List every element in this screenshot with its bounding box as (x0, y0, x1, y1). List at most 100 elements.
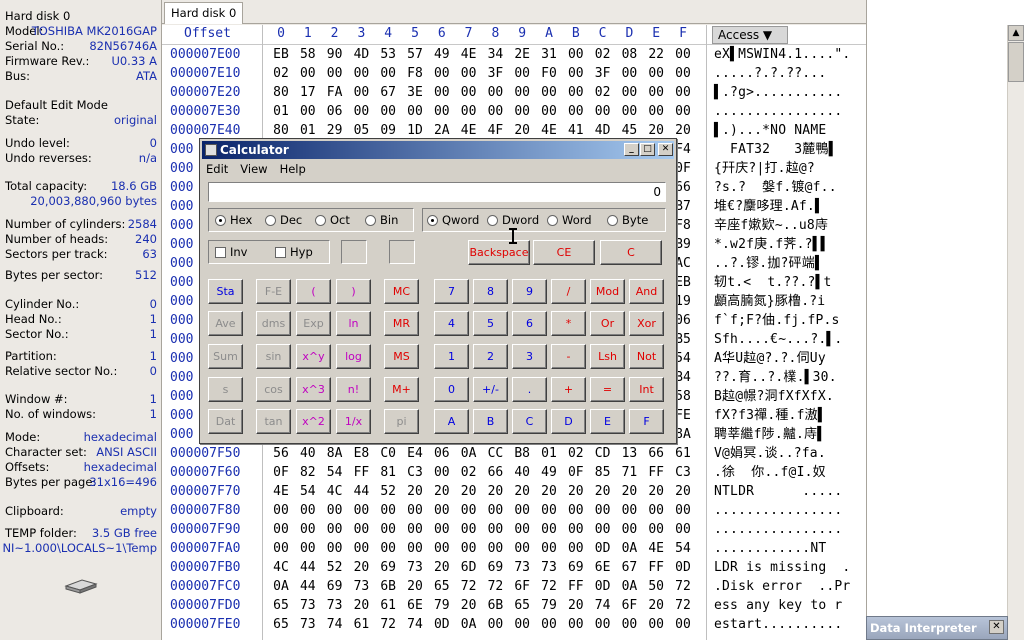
button--[interactable]: ) (336, 279, 371, 304)
hex-byte[interactable]: 61 (377, 596, 399, 615)
hex-byte[interactable]: 57 (404, 45, 426, 64)
hex-byte[interactable]: 00 (618, 501, 640, 520)
button-x-2[interactable]: x^2 (296, 409, 331, 434)
hex-byte[interactable]: 20 (484, 482, 506, 501)
hex-byte[interactable]: 50 (645, 577, 667, 596)
hex-byte[interactable]: 79 (431, 596, 453, 615)
hex-byte[interactable]: 00 (297, 64, 319, 83)
radio-byte[interactable]: Byte (607, 213, 648, 227)
text-column[interactable]: V@娟冥.谈..?fa. (714, 444, 826, 463)
hex-byte[interactable]: 00 (618, 102, 640, 121)
menu-help[interactable]: Help (280, 162, 306, 176)
text-column[interactable]: ................ (714, 520, 842, 539)
hex-byte[interactable]: 66 (645, 444, 667, 463)
hex-row[interactable]: 000007E10 02 00 00 00 00 F8 00 00 3F 00 F0 00 3F 00 00 0… (162, 64, 866, 83)
hex-byte[interactable]: 74 (404, 615, 426, 634)
column-header[interactable]: 6 (431, 26, 453, 41)
hex-byte[interactable]: 00 (458, 520, 480, 539)
hex-row[interactable]: 000007E20 80 17 FA 00 67 3E 00 00 00 00 00 00 02 00 00 0… (162, 83, 866, 102)
hex-byte[interactable]: 67 (618, 558, 640, 577)
button--[interactable]: * (551, 311, 586, 336)
column-header[interactable]: 2 (324, 26, 346, 41)
hex-byte[interactable]: 65 (270, 596, 292, 615)
hex-byte[interactable]: 73 (324, 596, 346, 615)
hex-byte[interactable]: 3E (404, 83, 426, 102)
hex-byte[interactable]: 72 (538, 577, 560, 596)
hex-byte[interactable]: 54 (324, 463, 346, 482)
hex-byte[interactable]: 00 (484, 520, 506, 539)
hex-row[interactable]: 000007FD0 65 73 73 20 61 6E 79 20 6B 65 79 20 74 6F 20 7… (162, 596, 866, 615)
hex-byte[interactable]: 02 (458, 463, 480, 482)
maximize-icon[interactable]: □ (640, 143, 655, 156)
hex-byte[interactable]: FF (645, 558, 667, 577)
hex-byte[interactable]: 00 (645, 102, 667, 121)
hex-byte[interactable]: 00 (511, 615, 533, 634)
hex-byte[interactable]: 17 (297, 83, 319, 102)
hex-byte[interactable]: 4C (324, 482, 346, 501)
hex-byte[interactable]: 4E (645, 539, 667, 558)
button-int[interactable]: Int (629, 377, 664, 402)
hex-byte[interactable]: 71 (618, 463, 640, 482)
radio-hex[interactable]: Hex (215, 213, 252, 227)
button-d[interactable]: D (551, 409, 586, 434)
hex-byte[interactable]: 31 (538, 45, 560, 64)
hex-byte[interactable]: 00 (350, 83, 372, 102)
button-f[interactable]: F (629, 409, 664, 434)
hex-byte[interactable]: 69 (484, 558, 506, 577)
hex-byte[interactable]: 00 (458, 501, 480, 520)
hex-byte[interactable]: 00 (672, 45, 694, 64)
hex-byte[interactable]: 6E (404, 596, 426, 615)
hex-byte[interactable]: 72 (672, 596, 694, 615)
hex-byte[interactable]: 20 (565, 482, 587, 501)
hex-row[interactable]: 000007FB0 4C 44 52 20 69 73 20 6D 69 73 73 69 6E 67 FF 0… (162, 558, 866, 577)
hex-byte[interactable]: 00 (484, 83, 506, 102)
hex-row[interactable]: 000007F80 00 00 00 00 00 00 00 00 00 00 00 00 00 00 00 0… (162, 501, 866, 520)
radio-dword[interactable]: Dword (487, 213, 539, 227)
column-header[interactable]: C (592, 26, 614, 41)
hex-byte[interactable]: 00 (297, 102, 319, 121)
column-header[interactable]: 5 (404, 26, 426, 41)
radio-dec[interactable]: Dec (265, 213, 302, 227)
text-column[interactable]: NTLDR ..... (714, 482, 842, 501)
text-column[interactable]: .....?.?.??... (714, 64, 826, 83)
hex-byte[interactable]: 00 (645, 83, 667, 102)
text-column[interactable]: A华U趇@?.?.伺Uy (714, 349, 826, 368)
vertical-scrollbar[interactable]: ▲ (1007, 25, 1024, 640)
hex-byte[interactable]: 00 (592, 102, 614, 121)
hex-byte[interactable]: 0D (431, 615, 453, 634)
hex-byte[interactable]: 0A (618, 577, 640, 596)
hex-byte[interactable]: 00 (350, 520, 372, 539)
button--[interactable]: = (590, 377, 625, 402)
button-not[interactable]: Not (629, 344, 664, 369)
text-column[interactable]: estart.......... (714, 615, 842, 634)
hex-byte[interactable]: 0D (592, 577, 614, 596)
button-1-x[interactable]: 1/x (336, 409, 371, 434)
text-column[interactable]: ................ (714, 102, 842, 121)
button--[interactable]: . (512, 377, 547, 402)
hex-byte[interactable]: 65 (431, 577, 453, 596)
hex-byte[interactable]: 20 (645, 596, 667, 615)
button-s[interactable]: s (208, 377, 243, 402)
hex-byte[interactable]: 54 (672, 539, 694, 558)
button-7[interactable]: 7 (434, 279, 469, 304)
hex-byte[interactable]: 0A (458, 615, 480, 634)
hex-byte[interactable]: 00 (511, 539, 533, 558)
hex-byte[interactable]: 6E (592, 558, 614, 577)
button--[interactable]: + (551, 377, 586, 402)
hex-byte[interactable]: 20 (404, 482, 426, 501)
inv-checkbox[interactable]: Inv (215, 245, 248, 259)
hex-byte[interactable]: 6F (511, 577, 533, 596)
hex-byte[interactable]: 00 (404, 102, 426, 121)
button-tan[interactable]: tan (256, 409, 291, 434)
hex-byte[interactable]: 00 (672, 83, 694, 102)
hex-byte[interactable]: 06 (324, 102, 346, 121)
hex-byte[interactable]: 00 (645, 615, 667, 634)
hex-byte[interactable]: 00 (565, 539, 587, 558)
hex-byte[interactable]: 01 (538, 444, 560, 463)
button-or[interactable]: Or (590, 311, 625, 336)
hex-byte[interactable]: 0D (592, 539, 614, 558)
hex-byte[interactable]: 66 (484, 463, 506, 482)
hex-byte[interactable]: F0 (538, 64, 560, 83)
hex-byte[interactable]: 00 (592, 520, 614, 539)
hex-byte[interactable]: 8A (324, 444, 346, 463)
